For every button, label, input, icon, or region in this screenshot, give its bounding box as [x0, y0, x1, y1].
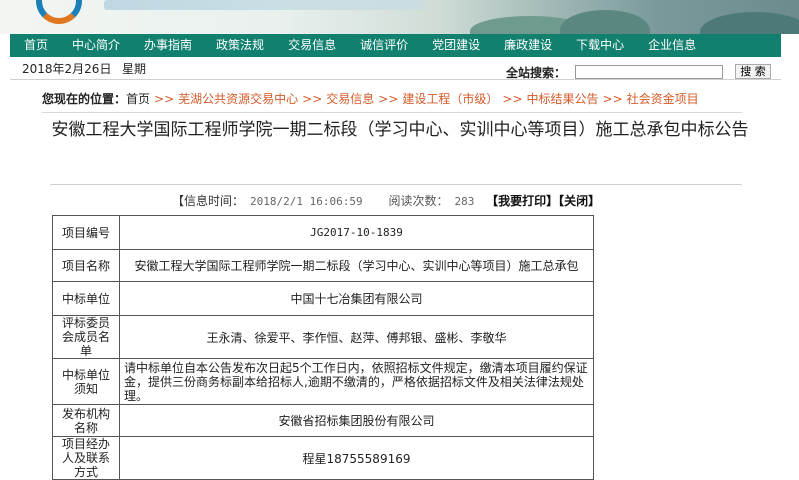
table-key-cell: 中标单位 [52, 281, 120, 316]
table-row: 项目经办人及联系方式 程星18755589169 [52, 436, 594, 480]
breadcrumb-item-bid-results[interactable]: 中标结果公告 [527, 92, 599, 106]
table-row: 评标委员会成员名单 王永清、徐爱平、李作恒、赵萍、傅邦银、盛彬、李敬华 [52, 315, 594, 359]
search-input[interactable] [575, 65, 723, 79]
table-row: 中标单位须知 请中标单位自本公告发布次日起5个工作日内，依照招标文件规定，缴清本… [52, 358, 594, 405]
info-time-value: 2018/2/1 16:06:59 [250, 195, 363, 208]
search-button[interactable]: 搜 索 [735, 64, 771, 79]
breadcrumb-divider [42, 112, 742, 113]
breadcrumb-separator: >> [302, 92, 323, 106]
info-time-label: 【信息时间： [172, 194, 245, 208]
table-value-cell: 程星18755589169 [119, 436, 594, 480]
site-logo-banner-art [104, 0, 424, 10]
breadcrumb-label: 您现在的位置： [42, 92, 127, 106]
nav-item-policy[interactable]: 政策法规 [204, 34, 276, 57]
table-value-cell: 安徽省招标集团股份有限公司 [119, 404, 594, 437]
date-search-bar: 2018年2月26日 星期 全站搜索： 搜 索 [10, 57, 781, 80]
nav-item-trade-info[interactable]: 交易信息 [276, 34, 348, 57]
breadcrumb-separator: >> [154, 92, 175, 106]
breadcrumb-item-social-funds[interactable]: 社会资金项目 [627, 92, 699, 106]
banner-hill-art [560, 10, 650, 34]
nav-item-guide[interactable]: 办事指南 [132, 34, 204, 57]
nav-item-party[interactable]: 党团建设 [420, 34, 492, 57]
breadcrumb-item-center[interactable]: 芜湖公共资源交易中心 [178, 92, 298, 106]
current-weekday: 星期 [122, 62, 147, 76]
site-logo-icon [36, 0, 82, 24]
table-row: 项目名称 安徽工程大学国际工程师学院一期二标段（学习中心、实训中心等项目）施工总… [52, 249, 594, 282]
table-value-cell: 中国十七冶集团有限公司 [119, 281, 594, 316]
nav-item-enterprise[interactable]: 企业信息 [636, 34, 708, 57]
table-key-cell: 发布机构名称 [52, 404, 120, 437]
table-row: 项目编号 JG2017-10-1839 [52, 215, 594, 250]
table-key-cell: 项目名称 [52, 249, 120, 282]
nav-item-home[interactable]: 首页 [10, 34, 60, 57]
table-key-cell: 中标单位须知 [52, 358, 120, 405]
nav-item-credit[interactable]: 诚信评价 [348, 34, 420, 57]
nav-item-download[interactable]: 下载中心 [564, 34, 636, 57]
table-key-cell: 评标委员会成员名单 [52, 315, 120, 359]
breadcrumb-separator: >> [378, 92, 399, 106]
breadcrumb-home[interactable]: 首页 [126, 92, 150, 106]
banner-hill-art [700, 12, 799, 34]
close-link[interactable]: 【关闭】 [558, 194, 600, 208]
article-info: 【信息时间： 2018/2/1 16:06:59 阅读次数： 283 【我要打印】【… [172, 192, 600, 209]
views-label: 阅读次数： [388, 194, 449, 208]
current-date: 2018年2月26日 [22, 62, 112, 76]
main-nav: 首页 中心简介 办事指南 政策法规 交易信息 诚信评价 党团建设 廉政建设 下载… [10, 34, 781, 57]
header-banner [0, 0, 799, 34]
breadcrumb-separator: >> [602, 92, 623, 106]
table-key-cell: 项目编号 [52, 215, 120, 250]
breadcrumb-separator: >> [502, 92, 523, 106]
table-value-cell: 王永清、徐爱平、李作恒、赵萍、傅邦银、盛彬、李敬华 [119, 315, 594, 359]
title-divider [50, 184, 742, 185]
breadcrumb-item-trade-info[interactable]: 交易信息 [326, 92, 374, 106]
table-value-cell: JG2017-10-1839 [119, 215, 594, 250]
table-value-cell: 请中标单位自本公告发布次日起5个工作日内，依照招标文件规定，缴清本项目履约保证金… [119, 358, 594, 405]
table-row: 发布机构名称 安徽省招标集团股份有限公司 [52, 404, 594, 437]
table-row: 中标单位 中国十七冶集团有限公司 [52, 281, 594, 316]
breadcrumb-item-construction[interactable]: 建设工程（市级） [402, 92, 498, 106]
breadcrumb: 您现在的位置：首页 >> 芜湖公共资源交易中心 >> 交易信息 >> 建设工程（市级） >> 中… [42, 90, 782, 107]
nav-item-about[interactable]: 中心简介 [60, 34, 132, 57]
bid-result-table: 项目编号 JG2017-10-1839 项目名称 安徽工程大学国际工程师学院一期… [52, 215, 594, 480]
nav-item-integrity[interactable]: 廉政建设 [492, 34, 564, 57]
search-label: 全站搜索： [506, 66, 567, 80]
page-title: 安徽工程大学国际工程师学院一期二标段（学习中心、实训中心等项目）施工总承包中标公… [51, 120, 749, 140]
print-link[interactable]: 【我要打印】 [486, 194, 558, 208]
views-value: 283 [454, 195, 475, 208]
table-key-cell: 项目经办人及联系方式 [52, 436, 120, 480]
table-value-cell: 安徽工程大学国际工程师学院一期二标段（学习中心、实训中心等项目）施工总承包 [119, 249, 594, 282]
